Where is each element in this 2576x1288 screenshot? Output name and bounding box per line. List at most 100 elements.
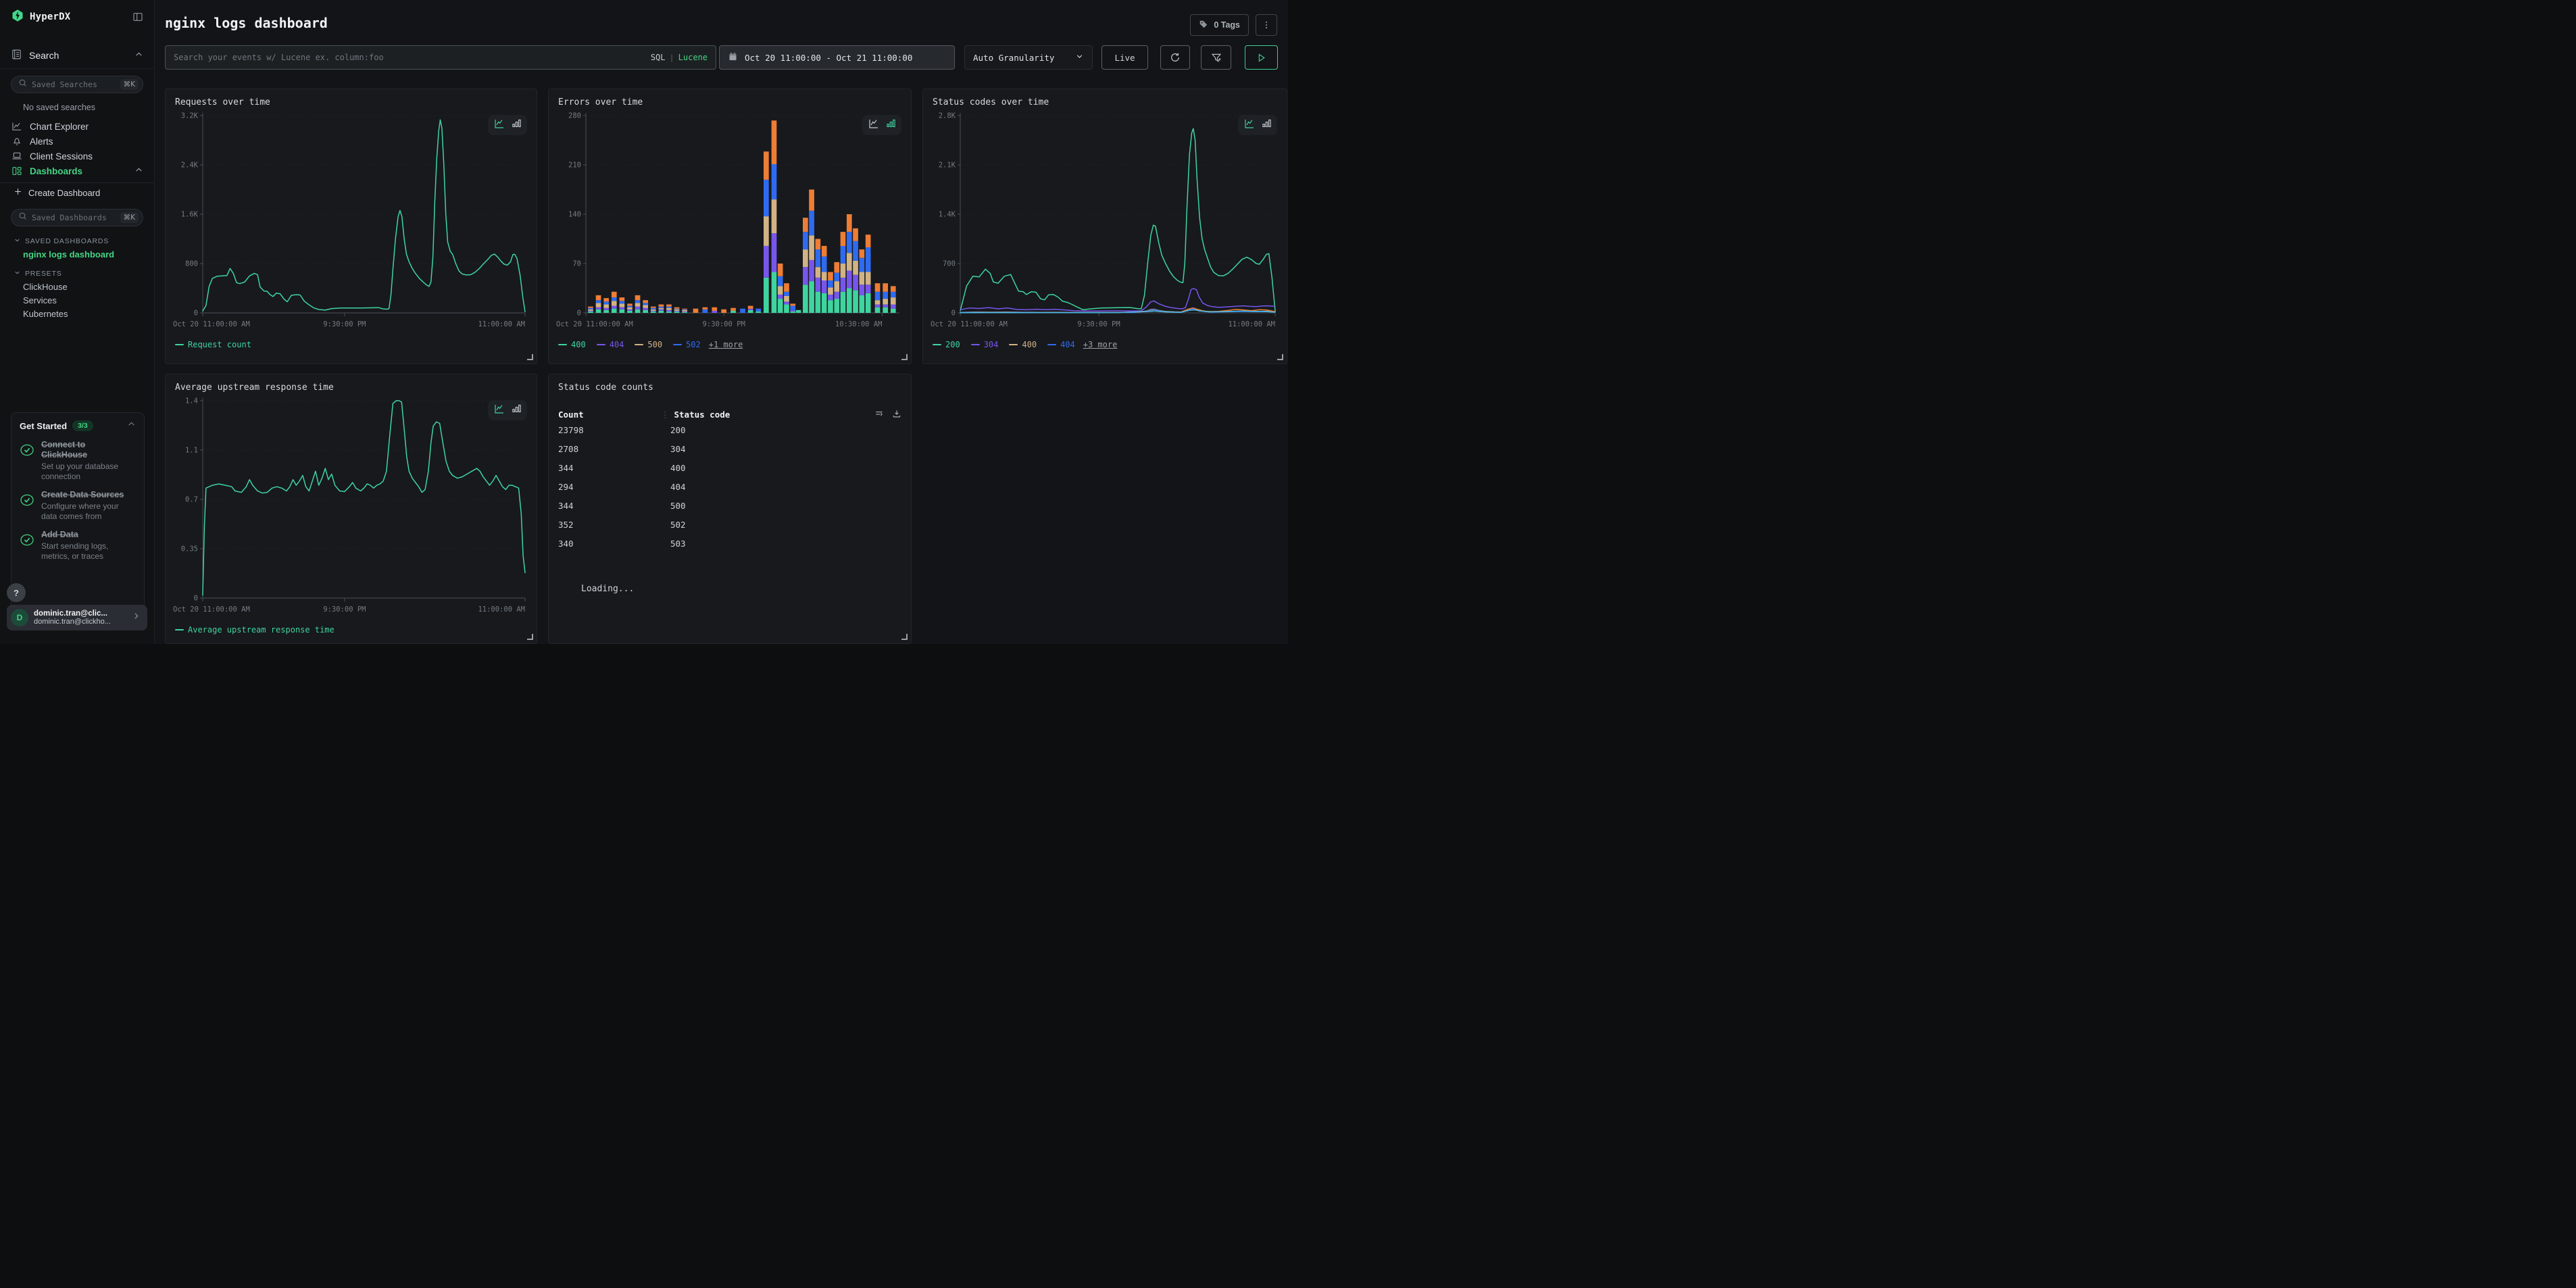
get-started-item[interactable]: Create Data SourcesConfigure where your … <box>20 490 136 522</box>
svg-text:11:00:00 AM: 11:00:00 AM <box>478 320 525 328</box>
table-row[interactable]: 344400 <box>549 458 911 477</box>
sidebar-section-search[interactable]: Search <box>0 42 154 69</box>
sidebar-item-nginx-logs-dashboard[interactable]: nginx logs dashboard <box>0 248 154 262</box>
event-search-input[interactable]: Search your events w/ Lucene ex. column:… <box>165 45 716 70</box>
refresh-button[interactable] <box>1160 45 1190 70</box>
svg-text:210: 210 <box>568 162 581 170</box>
page-title: nginx logs dashboard <box>165 15 328 31</box>
get-started-item-desc: Start sending logs, metrics, or traces <box>41 541 136 562</box>
avg-response-chart[interactable]: 00.350.71.11.4Oct 20 11:00:00 AM9:30:00 … <box>173 395 529 618</box>
sql-toggle[interactable]: SQL <box>651 53 666 62</box>
chart-type-toggle[interactable] <box>488 115 527 135</box>
svg-text:1.1: 1.1 <box>185 447 198 455</box>
legend-item[interactable]: 304 <box>971 340 999 349</box>
table-row[interactable]: 352502 <box>549 515 911 534</box>
laptop-icon <box>11 151 23 162</box>
get-started-item[interactable]: Connect to ClickHouseSet up your databas… <box>20 440 136 482</box>
saved-dashboards-placeholder: Saved Dashboards <box>32 213 116 222</box>
svg-text:1.6K: 1.6K <box>181 211 199 219</box>
sidebar-item-client-sessions[interactable]: Client Sessions <box>0 149 154 164</box>
header-actions: 0 Tags <box>1190 14 1277 36</box>
table-header: Count ⋮ Status code <box>549 409 911 420</box>
bar-chart-icon[interactable] <box>512 403 522 417</box>
table-row[interactable]: 344500 <box>549 496 911 515</box>
bar-chart-icon[interactable] <box>512 118 522 132</box>
sidebar-item-preset[interactable]: Kubernetes <box>0 307 154 321</box>
get-started-item[interactable]: Add DataStart sending logs, metrics, or … <box>20 530 136 562</box>
get-started-item-title: Create Data Sources <box>41 490 129 500</box>
dashboard-menu-button[interactable] <box>1256 14 1277 36</box>
filter-button[interactable] <box>1201 45 1231 70</box>
date-range-picker[interactable]: Oct 20 11:00:00 - Oct 21 11:00:00 <box>719 45 955 70</box>
status-codes-chart[interactable]: 07001.4K2.1K2.8KOct 20 11:00:00 AM9:30:0… <box>931 110 1279 333</box>
svg-text:10:30:00 AM: 10:30:00 AM <box>835 320 883 328</box>
create-dashboard-button[interactable]: Create Dashboard <box>0 183 154 202</box>
no-saved-searches-label: No saved searches <box>0 103 154 112</box>
saved-dashboards-input[interactable]: Saved Dashboards ⌘K <box>11 209 143 226</box>
legend-item[interactable]: 400 <box>1009 340 1037 349</box>
chart-type-toggle[interactable] <box>862 115 901 135</box>
svg-text:2.8K: 2.8K <box>939 112 956 120</box>
line-chart-icon[interactable] <box>868 118 879 132</box>
presets-group[interactable]: PRESETS <box>0 267 154 280</box>
sidebar-item-chart-explorer[interactable]: Chart Explorer <box>0 119 154 134</box>
legend-item[interactable]: Average upstream response time <box>175 625 335 635</box>
sidebar-item-alerts[interactable]: Alerts <box>0 134 154 149</box>
tags-button[interactable]: 0 Tags <box>1190 14 1249 36</box>
chart-card-errors: Errors over time 070140210280Oct 20 11:0… <box>548 89 912 364</box>
get-started-item-desc: Configure where your data comes from <box>41 501 136 522</box>
table-row[interactable]: 294404 <box>549 477 911 496</box>
legend-item[interactable]: 502 <box>673 340 701 349</box>
granularity-select[interactable]: Auto Granularity <box>964 45 1093 70</box>
check-circle-icon <box>20 530 34 562</box>
chart-legend: 200 304 400 404 +3 more <box>923 340 1287 349</box>
collapse-sidebar-icon[interactable] <box>132 11 143 22</box>
line-chart-icon[interactable] <box>494 118 505 132</box>
svg-text:11:00:00 AM: 11:00:00 AM <box>1228 320 1275 328</box>
legend-item[interactable]: Request count <box>175 340 251 349</box>
svg-text:2.1K: 2.1K <box>939 162 956 170</box>
download-icon[interactable] <box>892 409 901 420</box>
legend-item[interactable]: 400 <box>558 340 586 349</box>
lucene-toggle[interactable]: Lucene <box>678 53 708 62</box>
table-options-icon[interactable] <box>874 409 884 420</box>
table-row[interactable]: 340503 <box>549 534 911 553</box>
line-chart-icon[interactable] <box>494 403 505 418</box>
help-button[interactable]: ? <box>7 583 26 602</box>
table-row[interactable]: 23798200 <box>549 420 911 439</box>
live-button[interactable]: Live <box>1101 45 1148 70</box>
requests-chart[interactable]: 08001.6K2.4K3.2KOct 20 11:00:00 AM9:30:0… <box>173 110 529 333</box>
hyperdx-app: HyperDX Search Saved Searches ⌘K No save… <box>0 0 1288 644</box>
legend-item[interactable]: 500 <box>635 340 662 349</box>
saved-searches-input[interactable]: Saved Searches ⌘K <box>11 76 143 93</box>
sidebar: HyperDX Search Saved Searches ⌘K No save… <box>0 0 155 644</box>
bar-chart-icon[interactable] <box>886 118 896 132</box>
svg-text:70: 70 <box>572 260 581 268</box>
run-query-button[interactable] <box>1245 45 1278 70</box>
chart-type-toggle[interactable] <box>488 400 527 420</box>
legend-item[interactable]: 404 <box>597 340 624 349</box>
legend-item[interactable]: 404 <box>1047 340 1075 349</box>
chart-type-toggle[interactable] <box>1238 115 1277 135</box>
column-header-status-code[interactable]: Status code <box>674 410 730 420</box>
date-range-value: Oct 20 11:00:00 - Oct 21 11:00:00 <box>745 53 912 63</box>
sidebar-item-preset[interactable]: ClickHouse <box>0 280 154 294</box>
column-header-count[interactable]: Count <box>549 410 661 420</box>
svg-text:9:30:00 PM: 9:30:00 PM <box>323 320 366 328</box>
legend-more-link[interactable]: +1 more <box>709 340 743 349</box>
table-row[interactable]: 2708304 <box>549 439 911 458</box>
bar-chart-icon[interactable] <box>1262 118 1272 132</box>
app-logo[interactable]: HyperDX <box>11 9 70 26</box>
user-menu[interactable]: D dominic.tran@clic... dominic.tran@clic… <box>7 605 147 630</box>
line-chart-icon[interactable] <box>1244 118 1255 132</box>
errors-chart[interactable]: 070140210280Oct 20 11:00:00 AM9:30:00 PM… <box>556 110 903 333</box>
sidebar-item-dashboards[interactable]: Dashboards <box>0 164 154 178</box>
legend-item[interactable]: 200 <box>933 340 960 349</box>
chevron-up-icon[interactable] <box>127 420 136 432</box>
svg-text:0.7: 0.7 <box>185 496 198 504</box>
column-resize-handle[interactable]: ⋮ <box>661 410 669 420</box>
chevron-down-icon <box>14 269 21 278</box>
sidebar-item-preset[interactable]: Services <box>0 294 154 307</box>
saved-dashboards-group[interactable]: SAVED DASHBOARDS <box>0 234 154 248</box>
legend-more-link[interactable]: +3 more <box>1083 340 1118 349</box>
